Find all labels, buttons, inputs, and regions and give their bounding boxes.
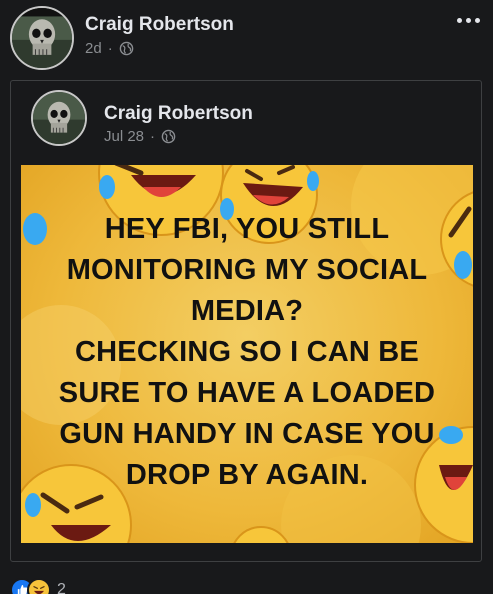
shared-author-name[interactable]: Craig Robertson	[104, 103, 253, 125]
meme-line: MEDIA?	[190, 295, 304, 327]
skull-avatar-icon	[12, 8, 72, 68]
meme-line: SURE TO HAVE A LOADED	[58, 377, 436, 409]
meme-line: GUN HANDY IN CASE YOU	[59, 418, 435, 450]
meme-caption: HEY FBI, YOU STILL MONITORING MY SOCIAL …	[21, 209, 473, 496]
shared-post-meta: Jul 28 ·	[104, 128, 176, 145]
author-avatar[interactable]	[10, 6, 74, 70]
globe-icon[interactable]	[119, 41, 134, 56]
meme-line: MONITORING MY SOCIAL	[66, 254, 428, 286]
meta-separator: ·	[107, 40, 113, 57]
reaction-count[interactable]: 2	[57, 581, 66, 594]
haha-icon	[27, 578, 51, 594]
shared-post-timestamp[interactable]: Jul 28	[104, 128, 144, 145]
author-name[interactable]: Craig Robertson	[85, 14, 234, 36]
shared-author-avatar[interactable]	[31, 90, 87, 146]
skull-avatar-icon	[33, 92, 85, 144]
facebook-post: Craig Robertson 2d · Craig Robertson Jul…	[0, 0, 493, 594]
reactions-summary[interactable]: 2	[10, 578, 66, 594]
globe-icon[interactable]	[161, 129, 176, 144]
meta-separator: ·	[150, 128, 156, 145]
more-options-icon[interactable]	[453, 10, 483, 30]
meme-image[interactable]: HEY FBI, YOU STILL MONITORING MY SOCIAL …	[21, 165, 473, 543]
shared-post-card[interactable]: Craig Robertson Jul 28 · HEY FBI, YOU ST…	[10, 80, 482, 562]
meme-line: HEY FBI, YOU STILL	[104, 213, 390, 245]
post-timestamp[interactable]: 2d	[85, 40, 102, 57]
meme-line: DROP BY AGAIN.	[125, 459, 369, 491]
meme-line: CHECKING SO I CAN BE	[75, 336, 419, 368]
post-meta: 2d ·	[85, 40, 134, 57]
